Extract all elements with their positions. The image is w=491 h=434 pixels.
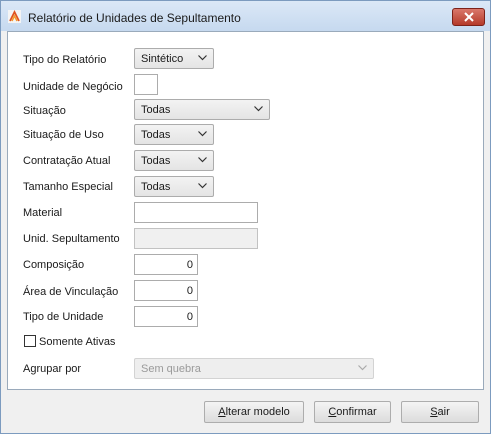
unid-sepultamento-label: Unid. Sepultamento	[23, 233, 120, 245]
unidade-negocio-field[interactable]	[134, 74, 158, 95]
app-logo-icon	[8, 10, 21, 23]
area-vinculacao-label: Área de Vinculação	[23, 286, 119, 298]
sair-mnemonic: S	[430, 406, 438, 418]
situacao-uso-value: Todas	[141, 129, 171, 141]
chevron-down-icon	[358, 365, 367, 371]
situacao-label: Situação	[23, 105, 66, 117]
area-vinculacao-field[interactable]: 0	[134, 280, 198, 301]
report-dialog: Relatório de Unidades de Sepultamento Ti…	[0, 0, 491, 434]
tamanho-especial-value: Todas	[141, 181, 171, 193]
agrupar-por-select: Sem quebra	[134, 358, 374, 379]
chevron-down-icon	[198, 183, 207, 189]
window-title: Relatório de Unidades de Sepultamento	[28, 11, 241, 25]
area-vinculacao-value: 0	[186, 285, 193, 297]
material-label: Material	[23, 207, 63, 219]
confirmar-label: onfirmar	[336, 406, 377, 418]
tipo-relatorio-value: Sintético	[141, 53, 184, 65]
situacao-uso-label: Situação de Uso	[23, 129, 104, 141]
unidade-negocio-label: Unidade de Negócio	[23, 81, 123, 93]
composicao-label: Composição	[23, 259, 85, 271]
material-field[interactable]	[134, 202, 258, 223]
composicao-field[interactable]: 0	[134, 254, 198, 275]
somente-ativas-checkbox[interactable]	[24, 335, 36, 347]
composicao-value: 0	[186, 259, 193, 271]
unid-sepultamento-field	[134, 228, 258, 249]
tipo-relatorio-label: Tipo do Relatório	[23, 54, 107, 66]
chevron-down-icon	[198, 55, 207, 61]
situacao-value: Todas	[141, 104, 171, 116]
close-button[interactable]	[452, 8, 485, 26]
situacao-uso-select[interactable]: Todas	[134, 124, 214, 145]
contratacao-atual-select[interactable]: Todas	[134, 150, 214, 171]
tipo-unidade-field[interactable]: 0	[134, 306, 198, 327]
alterar-modelo-button[interactable]: Alterar modelo	[204, 401, 304, 423]
somente-ativas-label[interactable]: Somente Ativas	[39, 336, 115, 348]
contratacao-atual-label: Contratação Atual	[23, 155, 111, 167]
tamanho-especial-label: Tamanho Especial	[23, 181, 113, 193]
tipo-unidade-label: Tipo de Unidade	[23, 311, 104, 323]
situacao-select[interactable]: Todas	[134, 99, 270, 120]
alterar-modelo-mnemonic: A	[218, 406, 226, 418]
confirmar-button[interactable]: Confirmar	[314, 401, 391, 423]
agrupar-por-value: Sem quebra	[141, 363, 201, 375]
tamanho-especial-select[interactable]: Todas	[134, 176, 214, 197]
agrupar-por-label: Agrupar por	[23, 363, 82, 375]
tipo-relatorio-select[interactable]: Sintético	[134, 48, 214, 69]
chevron-down-icon	[198, 157, 207, 163]
chevron-down-icon	[198, 131, 207, 137]
contratacao-atual-value: Todas	[141, 155, 171, 167]
tipo-unidade-value: 0	[186, 311, 193, 323]
alterar-modelo-label: lterar modelo	[225, 406, 290, 418]
close-icon	[464, 12, 474, 22]
sair-button[interactable]: Sair	[401, 401, 479, 423]
sair-label: air	[437, 406, 450, 418]
title-bar[interactable]: Relatório de Unidades de Sepultamento	[1, 1, 490, 31]
chevron-down-icon	[254, 106, 263, 112]
